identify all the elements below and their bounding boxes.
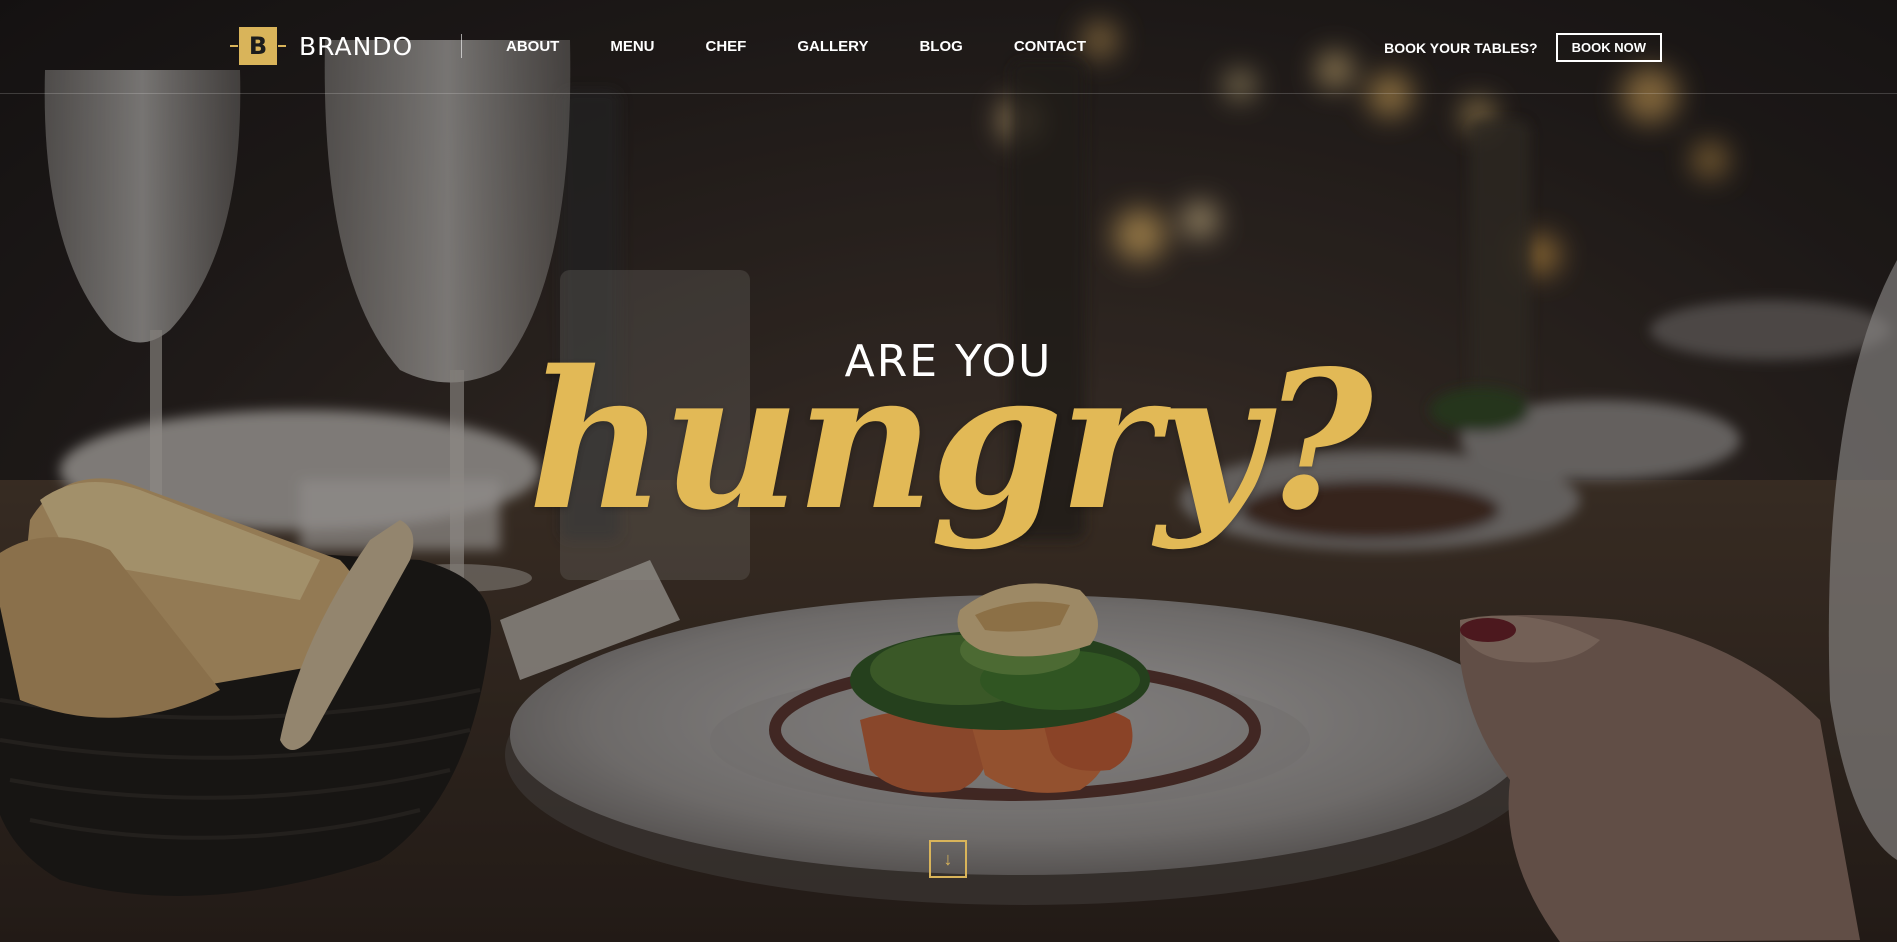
book-now-button[interactable]: BOOK NOW — [1555, 33, 1662, 62]
nav-item-menu[interactable]: MENU — [610, 38, 654, 55]
arrow-down-icon: ↓ — [943, 848, 953, 869]
top-navigation-bar: B BRANDO ABOUT MENU CHEF GALLERY BLOG CO… — [0, 0, 1897, 94]
logo-letter: B — [248, 32, 268, 60]
brand-name: BRANDO — [299, 31, 414, 61]
book-tables-question: BOOK YOUR TABLES? — [1384, 39, 1538, 56]
nav-item-chef[interactable]: CHEF — [706, 38, 747, 55]
scroll-down-button[interactable]: ↓ — [929, 840, 967, 878]
booking-area: BOOK YOUR TABLES? BOOK NOW — [1384, 33, 1662, 62]
nav-item-contact[interactable]: CONTACT — [1014, 38, 1086, 55]
nav-item-about[interactable]: ABOUT — [506, 38, 559, 55]
nav-item-gallery[interactable]: GALLERY — [797, 38, 868, 55]
logo-divider — [461, 34, 462, 58]
main-nav: ABOUT MENU CHEF GALLERY BLOG CONTACT — [506, 38, 1086, 55]
nav-item-blog[interactable]: BLOG — [919, 38, 962, 55]
brand-logo[interactable]: B BRANDO — [230, 24, 414, 68]
logo-mark-icon: B — [230, 27, 286, 65]
hero-section: B BRANDO ABOUT MENU CHEF GALLERY BLOG CO… — [0, 0, 1897, 942]
hero-title: hungry? — [527, 329, 1373, 552]
